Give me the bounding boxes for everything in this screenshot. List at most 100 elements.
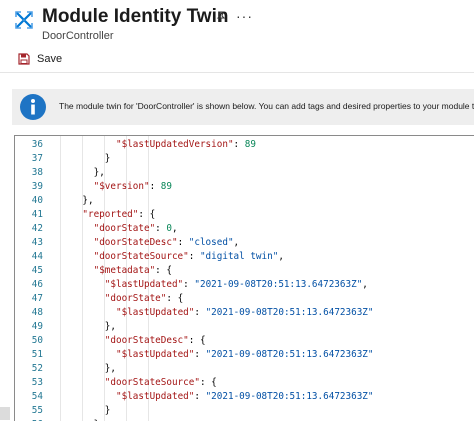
- code-token: "$lastUpdated": [116, 391, 195, 402]
- code-text: "$lastUpdatedVersion": 89: [116, 138, 256, 152]
- code-line[interactable]: 53 "doorStateSource": {: [15, 376, 474, 390]
- code-token: :: [194, 349, 206, 360]
- code-token: "$lastUpdated": [116, 307, 195, 318]
- line-number: 45: [31, 265, 43, 276]
- code-token: "doorState": [104, 293, 167, 304]
- line-number: 46: [31, 279, 43, 290]
- line-number: 37: [31, 153, 43, 164]
- more-options-button[interactable]: ···: [236, 8, 253, 24]
- code-line[interactable]: 38},: [15, 166, 474, 180]
- line-number: 41: [31, 209, 43, 220]
- line-number: 51: [31, 349, 43, 360]
- code-token: :: [155, 223, 167, 234]
- code-token: :: [194, 307, 206, 318]
- code-line[interactable]: 52},: [15, 362, 474, 376]
- code-text: "$lastUpdated": "2021-09-08T20:51:13.647…: [116, 306, 374, 320]
- code-token: "doorStateDesc": [93, 237, 178, 248]
- code-line[interactable]: 55}: [15, 404, 474, 418]
- line-number: 52: [31, 363, 43, 374]
- code-line[interactable]: 43 "doorStateDesc": "closed",: [15, 236, 474, 250]
- line-number: 44: [31, 251, 43, 262]
- command-bar: Save: [0, 46, 474, 73]
- code-token: :: [149, 181, 161, 192]
- code-line[interactable]: 50 "doorStateDesc": {: [15, 334, 474, 348]
- json-editor[interactable]: 36 "$lastUpdatedVersion": 89 37} 38}, 39 "$ve…: [14, 135, 474, 421]
- line-number: 36: [31, 139, 43, 150]
- code-text: },: [82, 194, 93, 208]
- info-banner: The module twin for 'DoorController' is …: [12, 89, 474, 125]
- line-number: 43: [31, 237, 43, 248]
- code-line[interactable]: 37}: [15, 152, 474, 166]
- iot-hub-icon: [15, 11, 33, 29]
- code-token: "closed": [188, 237, 234, 248]
- code-text: "$lastUpdated": "2021-09-08T20:51:13.647…: [116, 348, 374, 362]
- line-number: 53: [31, 377, 43, 388]
- code-line[interactable]: 51 "$lastUpdated": "2021-09-08T20:51:13.6…: [15, 348, 474, 362]
- code-text: "doorState": 0,: [94, 222, 178, 236]
- code-token: "doorState": [93, 223, 156, 234]
- code-token: }: [104, 153, 111, 164]
- code-token: "2021-09-08T20:51:13.6472363Z": [205, 349, 374, 360]
- pin-icon[interactable]: [215, 11, 227, 26]
- code-token: "digital twin": [199, 251, 279, 262]
- code-token: "2021-09-08T20:51:13.6472363Z": [205, 391, 374, 402]
- info-message: The module twin for 'DoorController' is …: [59, 101, 474, 111]
- code-line[interactable]: 47 "doorState": {: [15, 292, 474, 306]
- code-text: }: [105, 152, 111, 166]
- code-token: "2021-09-08T20:51:13.6472363Z": [205, 307, 374, 318]
- page-title: Module Identity Twin: [42, 6, 229, 27]
- code-line[interactable]: 39 "$version": 89: [15, 180, 474, 194]
- line-number: 39: [31, 181, 43, 192]
- code-token: },: [104, 363, 116, 374]
- line-number: 49: [31, 321, 43, 332]
- save-button[interactable]: Save: [18, 50, 62, 68]
- code-line[interactable]: 46 "$lastUpdated": "2021-09-08T20:51:13.6…: [15, 278, 474, 292]
- page-subtitle: DoorController: [42, 30, 114, 42]
- code-token: 89: [160, 181, 172, 192]
- code-token: ,: [278, 251, 284, 262]
- code-token: },: [93, 167, 105, 178]
- code-text: "reported": {: [82, 208, 155, 222]
- line-number: 48: [31, 307, 43, 318]
- code-line[interactable]: 40},: [15, 194, 474, 208]
- code-token: },: [82, 195, 94, 206]
- code-token: : {: [166, 293, 184, 304]
- code-text: "$lastUpdated": "2021-09-08T20:51:13.647…: [116, 390, 374, 404]
- code-token: : {: [199, 377, 217, 388]
- code-line[interactable]: 45 "$metadata": {: [15, 264, 474, 278]
- code-token: :: [183, 279, 195, 290]
- info-icon: [20, 94, 46, 120]
- code-token: }: [104, 405, 111, 416]
- line-number: 54: [31, 391, 43, 402]
- code-text: },: [94, 166, 105, 180]
- code-token: "$lastUpdatedVersion": [116, 139, 234, 150]
- line-number: 42: [31, 223, 43, 234]
- code-line[interactable]: 54 "$lastUpdated": "2021-09-08T20:51:13.6…: [15, 390, 474, 404]
- code-token: "doorStateDesc": [104, 335, 189, 346]
- save-icon: [18, 53, 30, 65]
- code-token: :: [233, 139, 245, 150]
- code-token: 89: [244, 139, 256, 150]
- line-number: 38: [31, 167, 43, 178]
- code-line[interactable]: 48 "$lastUpdated": "2021-09-08T20:51:13.6…: [15, 306, 474, 320]
- code-token: :: [188, 251, 200, 262]
- blade-header: Module Identity Twin ··· DoorController: [0, 0, 474, 46]
- code-line[interactable]: 44 "doorStateSource": "digital twin",: [15, 250, 474, 264]
- code-token: : {: [188, 335, 206, 346]
- code-line[interactable]: 36 "$lastUpdatedVersion": 89: [15, 138, 474, 152]
- code-token: "doorStateSource": [104, 377, 200, 388]
- code-token: ,: [362, 279, 368, 290]
- code-line[interactable]: 42 "doorState": 0,: [15, 222, 474, 236]
- code-token: "doorStateSource": [93, 251, 189, 262]
- line-number: 55: [31, 405, 43, 416]
- code-line[interactable]: 41 "reported": {: [15, 208, 474, 222]
- code-token: ,: [171, 223, 178, 234]
- code-text: }: [105, 404, 111, 418]
- code-text: "$metadata": {: [94, 264, 172, 278]
- code-text: "$lastUpdated": "2021-09-08T20:51:13.647…: [105, 278, 368, 292]
- code-text: "doorStateDesc": {: [105, 334, 206, 348]
- save-label: Save: [37, 53, 63, 65]
- line-number: 50: [31, 335, 43, 346]
- scrollbar-corner: [0, 407, 10, 420]
- code-line[interactable]: 49},: [15, 320, 474, 334]
